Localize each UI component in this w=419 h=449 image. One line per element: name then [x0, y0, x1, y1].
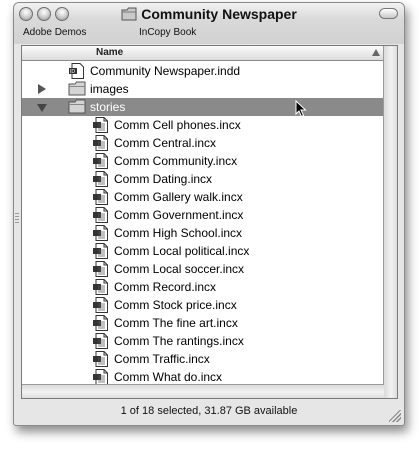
row-label: Comm Local political.incx [114, 244, 250, 258]
file-row[interactable]: Comm Government.incx [22, 206, 384, 224]
file-row[interactable]: Comm Local soccer.incx [22, 260, 384, 278]
row-label: Comm Local soccer.incx [114, 262, 245, 276]
file-row[interactable]: Comm The fine art.incx [22, 314, 384, 332]
row-label: Comm What do.incx [114, 370, 223, 384]
row-label: Comm The rantings.incx [114, 334, 244, 348]
file-row[interactable]: Comm Stock price.incx [22, 296, 384, 314]
row-label: Comm Record.incx [114, 280, 217, 294]
folder-icon [68, 99, 86, 117]
row-label: stories [90, 100, 126, 114]
file-row[interactable]: Comm Community.incx [22, 152, 384, 170]
column-header-name[interactable]: Name [22, 46, 384, 61]
vertical-scrollbar[interactable] [383, 46, 397, 398]
toolbar-item-incopy-book[interactable]: InCopy Book [139, 27, 196, 38]
mouse-pointer-icon [295, 100, 307, 118]
title-bar[interactable]: Community Newspaper Adobe Demos InCopy B… [14, 3, 404, 44]
row-label: Comm The fine art.incx [114, 316, 238, 330]
horizontal-scrollbar[interactable] [22, 384, 384, 398]
row-label: Comm Stock price.incx [114, 298, 237, 312]
folder-row[interactable]: images [22, 80, 384, 98]
folder-icon [121, 7, 137, 21]
resize-grip-icon[interactable] [389, 410, 401, 422]
status-bar: 1 of 18 selected, 31.87 GB available [120, 405, 298, 417]
row-label: Comm Government.incx [114, 208, 244, 222]
window-title: Community Newspaper [14, 6, 404, 22]
row-label: Comm Traffic.incx [114, 352, 210, 366]
row-label: Comm Cell phones.incx [114, 118, 241, 132]
row-label: Comm Community.incx [114, 154, 238, 168]
row-label: Comm High School.incx [114, 226, 243, 240]
row-label: Comm Dating.incx [114, 172, 213, 186]
disclosure-triangle-right-icon[interactable] [38, 84, 46, 94]
file-row[interactable]: Comm High School.incx [22, 224, 384, 242]
file-row[interactable]: Comm Traffic.incx [22, 350, 384, 368]
file-row[interactable]: Comm Central.incx [22, 134, 384, 152]
window-title-text: Community Newspaper [141, 6, 297, 22]
file-row[interactable]: Comm Record.incx [22, 278, 384, 296]
sort-arrow-icon [372, 49, 380, 56]
folder-row[interactable]: stories [22, 98, 384, 116]
row-label: Community Newspaper.indd [90, 64, 241, 78]
svg-text:ID: ID [70, 69, 75, 75]
sidebar-resize-handle[interactable] [15, 213, 19, 223]
file-row[interactable]: Comm Cell phones.incx [22, 116, 384, 134]
row-label: images [90, 82, 129, 96]
file-row[interactable]: ID Community Newspaper.indd [22, 62, 384, 80]
folder-icon [68, 81, 86, 99]
file-row[interactable]: Comm Dating.incx [22, 170, 384, 188]
row-label: Comm Central.incx [114, 136, 217, 150]
finder-window: Community Newspaper Adobe Demos InCopy B… [13, 2, 405, 426]
file-rows: ID Community Newspaper.indd images stories C… [22, 62, 384, 386]
file-list: Name ID Community Newspaper.indd images sto… [21, 45, 398, 399]
disclosure-triangle-down-icon[interactable] [37, 104, 47, 112]
file-row[interactable]: Comm The rantings.incx [22, 332, 384, 350]
toolbar-item-adobe-demos[interactable]: Adobe Demos [23, 27, 86, 38]
column-header-label: Name [96, 47, 124, 58]
row-label: Comm Gallery walk.incx [114, 190, 243, 204]
file-row[interactable]: Comm Local political.incx [22, 242, 384, 260]
file-row[interactable]: Comm Gallery walk.incx [22, 188, 384, 206]
toolbar-toggle-button[interactable] [379, 8, 398, 19]
